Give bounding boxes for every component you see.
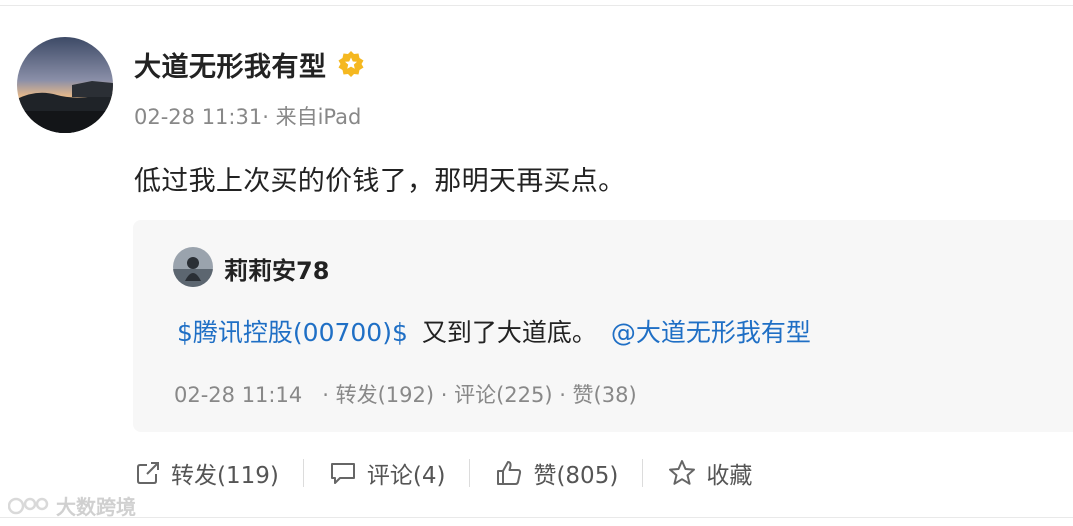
star-icon: [669, 460, 696, 485]
author-name[interactable]: 大道无形我有型: [134, 45, 327, 84]
repost-button[interactable]: 转发(119): [134, 456, 279, 490]
watermark-logo-icon: [8, 497, 49, 514]
repost-meta: 02-28 11:14 · 转发(192) · 评论(225) · 赞(38): [174, 379, 637, 409]
comment-icon: [330, 463, 355, 484]
watermark: 大数跨境: [8, 491, 136, 520]
repost-author-name[interactable]: 莉莉安78: [224, 251, 329, 286]
verified-badge-icon: [337, 50, 365, 78]
action-divider: [469, 459, 471, 487]
repost-stats: · 转发(192) · 评论(225) · 赞(38): [322, 383, 637, 407]
mention-link[interactable]: @大道无形我有型: [611, 318, 811, 347]
post-meta: 02-28 11:31· 来自iPad: [134, 105, 362, 129]
post-text: 低过我上次买的价钱了，那明天再买点。: [134, 166, 626, 197]
like-label: 赞(805): [533, 463, 619, 489]
comment-label: 评论(4): [366, 463, 446, 489]
watermark-text: 大数跨境: [56, 495, 136, 519]
top-divider: [0, 5, 1073, 6]
stock-link[interactable]: $腾讯控股(00700)$: [177, 318, 408, 347]
favorite-label: 收藏: [706, 463, 753, 489]
favorite-button[interactable]: 收藏: [667, 456, 752, 490]
repost-label: 转发(119): [171, 463, 279, 489]
repost-time: 02-28 11:14: [174, 383, 303, 407]
repost-text: $腾讯控股(00700)$ 又到了大道底。 @大道无形我有型: [177, 313, 811, 349]
repost-author-avatar[interactable]: [173, 247, 213, 287]
bottom-divider: [0, 517, 1073, 518]
share-icon: [137, 462, 159, 484]
comment-button[interactable]: 评论(4): [328, 456, 446, 490]
action-bar: 转发(119) 评论(4) 赞(805) 收藏: [134, 452, 752, 494]
action-divider: [302, 459, 304, 487]
author-row: 大道无形我有型: [134, 42, 365, 86]
repost-body: 又到了大道底。: [421, 318, 597, 347]
author-avatar[interactable]: [17, 37, 113, 133]
like-button[interactable]: 赞(805): [494, 456, 618, 490]
action-divider: [642, 459, 644, 487]
thumbs-up-icon: [497, 461, 522, 485]
repost-card[interactable]: 莉莉安78 $腾讯控股(00700)$ 又到了大道底。 @大道无形我有型 02-28…: [133, 220, 1073, 432]
